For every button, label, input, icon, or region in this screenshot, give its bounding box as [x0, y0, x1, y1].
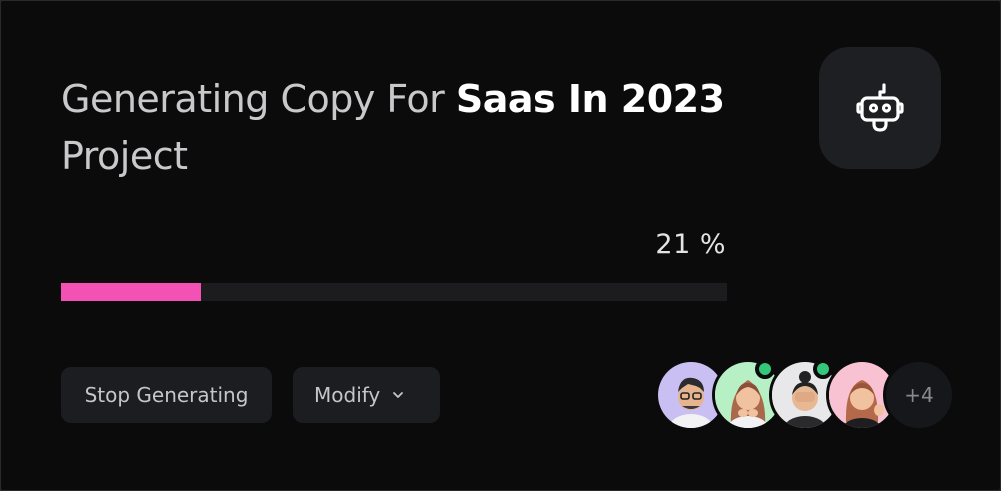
progress-fill — [61, 283, 201, 301]
title-suffix: Project — [61, 134, 188, 178]
generation-title: Generating Copy For Saas In 2023 Project — [61, 71, 761, 185]
stop-generating-button[interactable]: Stop Generating — [61, 367, 272, 423]
modify-label: Modify — [314, 383, 381, 407]
chevron-down-icon — [392, 391, 404, 399]
online-status-dot — [813, 359, 833, 379]
progress-percent: 21 % — [655, 229, 726, 260]
title-highlight: Saas In 2023 — [455, 77, 725, 121]
online-status-dot — [755, 359, 775, 379]
title-prefix: Generating Copy For — [61, 77, 456, 121]
stop-generating-label: Stop Generating — [84, 383, 249, 407]
generation-card: Generating Copy For Saas In 2023 Project … — [1, 1, 1000, 490]
progress-bar — [61, 283, 727, 301]
more-members-badge[interactable]: +4 — [883, 359, 955, 431]
bot-tile[interactable] — [819, 47, 941, 169]
robot-icon — [856, 83, 904, 132]
modify-dropdown[interactable]: Modify — [293, 367, 440, 423]
